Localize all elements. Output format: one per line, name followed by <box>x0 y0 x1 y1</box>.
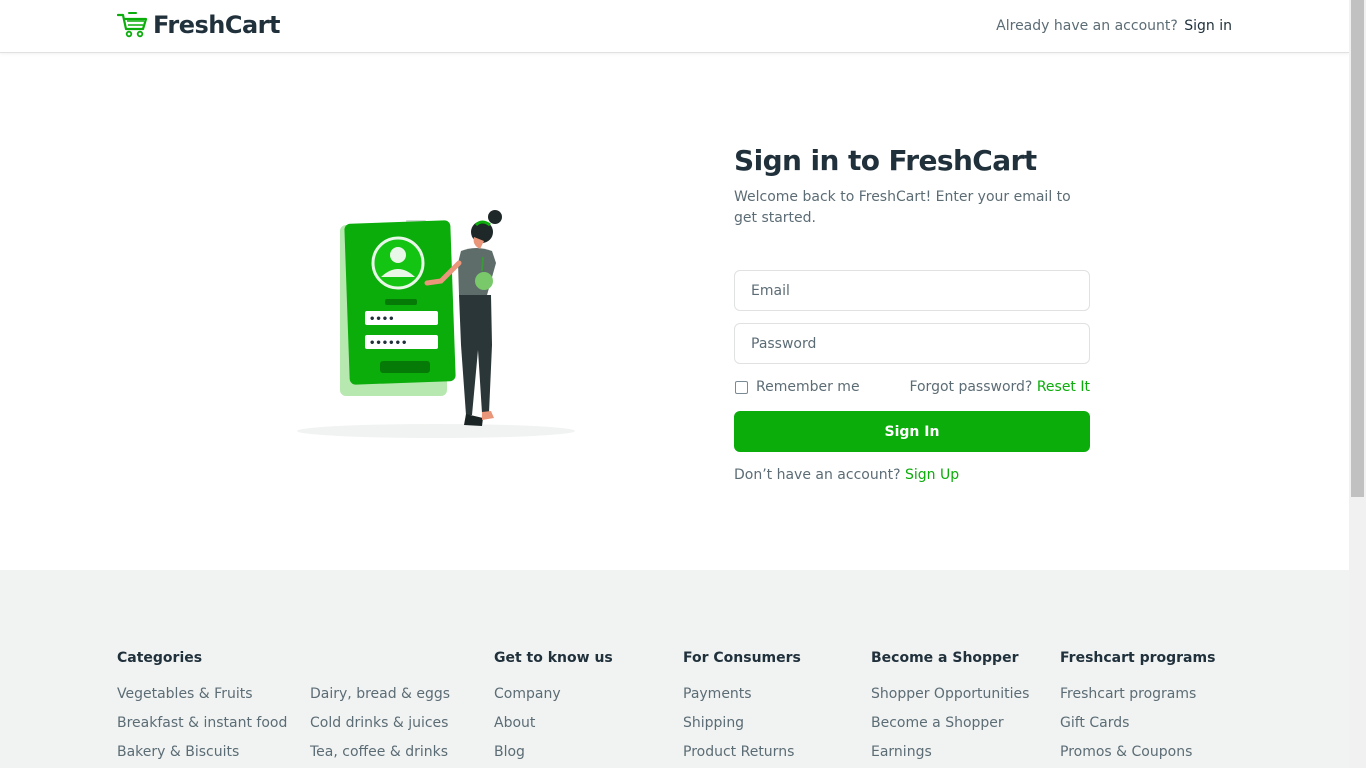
header-sign-in-link[interactable]: Sign in <box>1184 18 1232 34</box>
footer-link[interactable]: Promos & Coupons <box>1060 743 1215 761</box>
footer-link[interactable]: Blog <box>494 743 613 761</box>
sign-in-illustration: •••• •••••• <box>297 210 575 438</box>
remember-me-checkbox[interactable] <box>735 380 748 394</box>
footer-heading-categories: Categories <box>117 650 203 666</box>
footer-link[interactable]: Breakfast & instant food <box>117 714 287 732</box>
footer-link[interactable]: Become a Shopper <box>871 714 1029 732</box>
forgot-password: Forgot password? Reset It <box>909 379 1090 395</box>
page: FreshCart Already have an account? Sign … <box>0 0 1349 768</box>
footer-heading-get-to-know: Get to know us <box>494 650 613 666</box>
footer-categories-col2: Dairy, bread & eggs Cold drinks & juices… <box>310 685 450 768</box>
footer-become-shopper: Become a Shopper Shopper Opportunities B… <box>871 649 1029 768</box>
footer-link[interactable]: Company <box>494 685 613 703</box>
reset-password-link[interactable]: Reset It <box>1037 379 1090 395</box>
footer-categories: Categories Vegetables & Fruits Breakfast… <box>117 649 287 768</box>
forgot-password-text: Forgot password? <box>909 379 1033 395</box>
account-prompt: Already have an account? Sign in <box>996 18 1232 34</box>
remember-me-label: Remember me <box>756 379 860 395</box>
brand-name: FreshCart <box>153 11 280 39</box>
password-input[interactable] <box>734 323 1090 364</box>
email-input[interactable] <box>734 270 1090 311</box>
brand-logo[interactable]: FreshCart <box>117 11 280 39</box>
remember-me-control[interactable]: Remember me <box>734 379 860 395</box>
no-account-text: Don’t have an account? <box>734 467 901 483</box>
account-prompt-text: Already have an account? <box>996 18 1178 34</box>
sign-in-form: Sign in to FreshCart Welcome back to Fre… <box>734 143 1090 483</box>
footer-link[interactable]: Product Returns <box>683 743 801 761</box>
password-dots: •••••• <box>369 338 407 349</box>
footer-link[interactable]: Dairy, bread & eggs <box>310 685 450 703</box>
footer-link[interactable]: About <box>494 714 613 732</box>
footer-link[interactable]: Earnings <box>871 743 1029 761</box>
footer-heading-become-shopper: Become a Shopper <box>871 650 1019 666</box>
footer-link[interactable]: Shopper Opportunities <box>871 685 1029 703</box>
scrollbar-thumb[interactable] <box>1351 0 1364 497</box>
vertical-scrollbar[interactable] <box>1349 0 1366 768</box>
footer-link[interactable]: Payments <box>683 685 801 703</box>
shopping-cart-icon <box>117 12 148 38</box>
form-options-row: Remember me Forgot password? Reset It <box>734 378 1090 396</box>
sign-up-link[interactable]: Sign Up <box>905 467 959 483</box>
footer-link[interactable]: Gift Cards <box>1060 714 1215 732</box>
footer-link[interactable]: Vegetables & Fruits <box>117 685 287 703</box>
footer-link[interactable]: Freshcart programs <box>1060 685 1215 703</box>
footer: Categories Vegetables & Fruits Breakfast… <box>0 570 1349 768</box>
footer-programs: Freshcart programs Freshcart programs Gi… <box>1060 649 1215 768</box>
navbar: FreshCart Already have an account? Sign … <box>0 0 1349 53</box>
pin-dots: •••• <box>369 314 395 325</box>
footer-link[interactable]: Cold drinks & juices <box>310 714 450 732</box>
footer-link[interactable]: Bakery & Biscuits <box>117 743 287 761</box>
footer-link[interactable]: Shipping <box>683 714 801 732</box>
page-subtitle: Welcome back to FreshCart! Enter your em… <box>734 189 1071 226</box>
footer-link[interactable]: Tea, coffee & drinks <box>310 743 450 761</box>
footer-get-to-know: Get to know us Company About Blog <box>494 649 613 768</box>
footer-heading-for-consumers: For Consumers <box>683 650 801 666</box>
sign-in-button[interactable]: Sign In <box>734 411 1090 452</box>
footer-heading-programs: Freshcart programs <box>1060 650 1216 666</box>
page-title: Sign in to FreshCart <box>734 144 1037 177</box>
signup-prompt: Don’t have an account? Sign Up <box>734 467 1090 483</box>
footer-for-consumers: For Consumers Payments Shipping Product … <box>683 649 801 768</box>
